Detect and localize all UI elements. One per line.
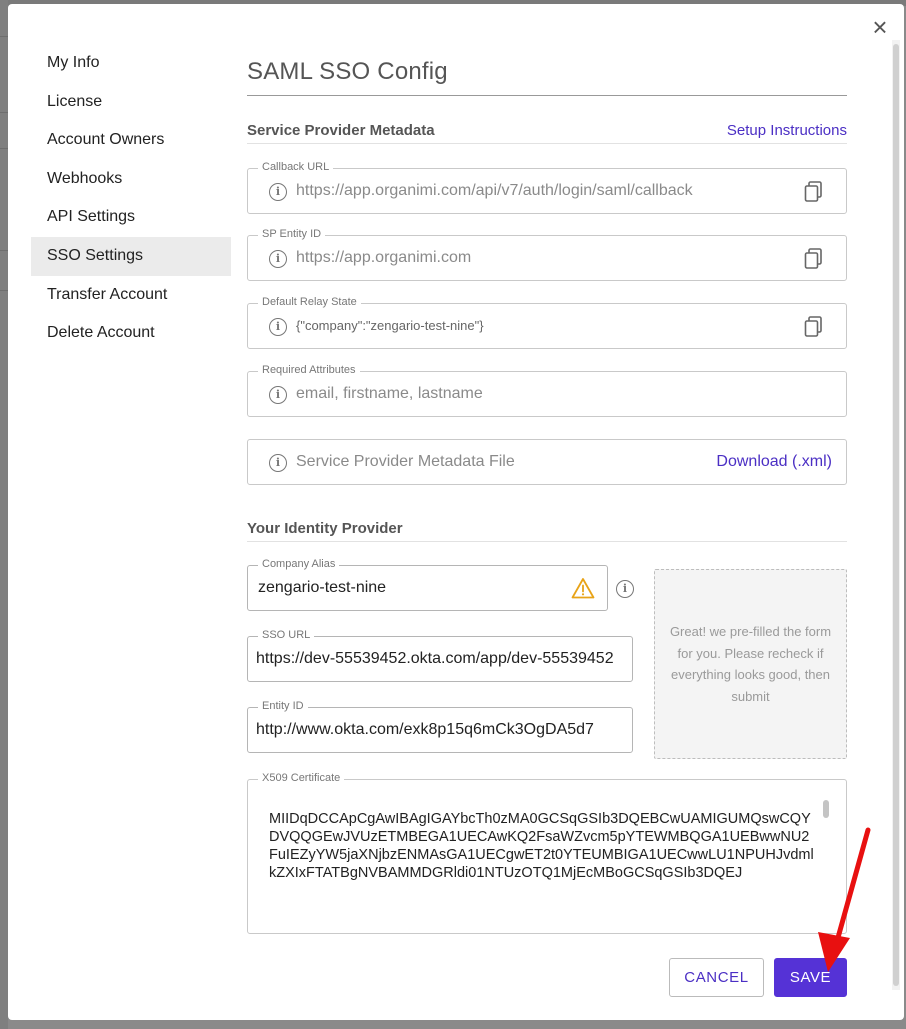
sidebar-item-delete-account[interactable]: Delete Account xyxy=(31,314,231,353)
sidebar-item-account-owners[interactable]: Account Owners xyxy=(31,121,231,160)
textarea-scrollbar[interactable] xyxy=(820,798,832,918)
copy-icon[interactable] xyxy=(804,181,824,203)
required-attributes-field: Required Attributes i email, firstname, … xyxy=(247,364,847,417)
relay-state-value: {"company":"zengario-test-nine"} xyxy=(296,318,484,333)
backdrop-line xyxy=(0,36,8,37)
info-icon[interactable]: i xyxy=(269,183,287,201)
backdrop-line xyxy=(0,112,8,113)
callback-url-field: Callback URL i https://app.organimi.com/… xyxy=(247,161,847,214)
info-icon[interactable]: i xyxy=(269,454,287,472)
backdrop-line xyxy=(0,250,8,251)
modal-scrollbar[interactable] xyxy=(892,40,900,990)
callback-url-value: https://app.organimi.com/api/v7/auth/log… xyxy=(296,182,693,199)
metadata-file-field: i Service Provider Metadata File Downloa… xyxy=(247,439,847,485)
sp-entity-id-field: SP Entity ID i https://app.organimi.com xyxy=(247,228,847,281)
sso-url-input[interactable]: SSO URL https://dev-55539452.okta.com/ap… xyxy=(247,629,633,682)
x509-certificate-value[interactable]: MIIDqDCCApCgAwIBAgIGAYbcTh0zMA0GCSqGSIb3… xyxy=(269,810,814,882)
copy-icon[interactable] xyxy=(804,248,824,270)
sp-entity-id-value: https://app.organimi.com xyxy=(296,249,472,266)
prefill-hint: Great! we pre-filled the form for you. P… xyxy=(654,569,847,759)
settings-sidebar: My Info License Account Owners Webhooks … xyxy=(31,44,231,353)
backdrop-left xyxy=(0,0,8,1029)
company-alias-input[interactable]: Company Alias zengario-test-nine xyxy=(247,558,608,611)
required-attributes-value: email, firstname, lastname xyxy=(296,385,483,402)
company-alias-value[interactable]: zengario-test-nine xyxy=(258,566,563,610)
page-title: SAML SSO Config xyxy=(247,58,847,96)
copy-icon[interactable] xyxy=(804,316,824,338)
info-icon[interactable]: i xyxy=(269,386,287,404)
section-title: Your Identity Provider xyxy=(247,520,403,537)
sidebar-item-transfer-account[interactable]: Transfer Account xyxy=(31,276,231,315)
cancel-button[interactable]: CANCEL xyxy=(669,958,764,997)
sidebar-item-api-settings[interactable]: API Settings xyxy=(31,198,231,237)
identity-provider-header: Your Identity Provider xyxy=(247,520,847,542)
sso-url-value[interactable]: https://dev-55539452.okta.com/app/dev-55… xyxy=(256,637,628,681)
field-label: X509 Certificate xyxy=(258,772,345,784)
sidebar-item-webhooks[interactable]: Webhooks xyxy=(31,160,231,199)
backdrop-line xyxy=(0,290,8,291)
close-icon[interactable]: × xyxy=(868,14,892,40)
section-title: Service Provider Metadata xyxy=(247,122,435,139)
info-icon[interactable]: i xyxy=(269,250,287,268)
info-icon[interactable]: i xyxy=(269,318,287,336)
sso-config-modal: × My Info License Account Owners Webhook… xyxy=(8,4,904,1020)
scrollbar-thumb[interactable] xyxy=(893,44,899,986)
backdrop-line xyxy=(0,148,8,149)
save-button[interactable]: SAVE xyxy=(774,958,847,997)
sidebar-item-sso-settings[interactable]: SSO Settings xyxy=(31,236,231,276)
warning-icon xyxy=(571,578,595,599)
x509-certificate-textarea[interactable]: X509 Certificate MIIDqDCCApCgAwIBAgIGAYb… xyxy=(247,772,847,934)
sidebar-item-my-info[interactable]: My Info xyxy=(31,44,231,83)
service-provider-header: Service Provider Metadata Setup Instruct… xyxy=(247,122,847,144)
relay-state-field: Default Relay State i {"company":"zengar… xyxy=(247,296,847,349)
metadata-file-label: Service Provider Metadata File xyxy=(296,453,515,470)
entity-id-input[interactable]: Entity ID http://www.okta.com/exk8p15q6m… xyxy=(247,700,633,753)
info-icon[interactable]: i xyxy=(616,580,634,598)
scrollbar-thumb[interactable] xyxy=(823,800,829,818)
download-xml-link[interactable]: Download (.xml) xyxy=(716,440,832,484)
entity-id-value[interactable]: http://www.okta.com/exk8p15q6mCk3OgDA5d7 xyxy=(256,708,628,752)
setup-instructions-link[interactable]: Setup Instructions xyxy=(727,122,847,139)
sidebar-item-license[interactable]: License xyxy=(31,83,231,122)
